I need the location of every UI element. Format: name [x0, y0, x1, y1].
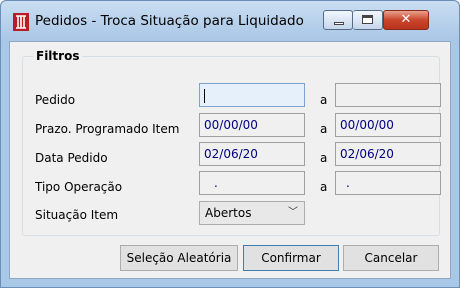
confirm-button[interactable]: Confirmar: [243, 245, 339, 271]
filters-group: Filtros Pedido a Prazo. Programado Item …: [22, 49, 441, 236]
window-title: Pedidos - Troca Situação para Liquidado: [35, 13, 304, 29]
data-pedido-label: Data Pedido: [35, 151, 108, 165]
maximize-icon: [362, 15, 373, 24]
prazo-to-value: 00/00/00: [340, 118, 394, 132]
cancel-label: Cancelar: [364, 251, 418, 265]
situacao-item-value: Abertos: [205, 206, 252, 220]
prazo-label: Prazo. Programado Item: [35, 122, 180, 136]
close-icon: ✕: [400, 12, 412, 27]
minimize-button[interactable]: [323, 10, 353, 30]
random-selection-button[interactable]: Seleção Aleatória: [120, 245, 238, 271]
pedido-from-input[interactable]: [199, 83, 305, 107]
data-pedido-to-input[interactable]: 02/06/20: [335, 142, 441, 166]
title-bar[interactable]: Pedidos - Troca Situação para Liquidado …: [1, 1, 459, 41]
prazo-to-input[interactable]: 00/00/00: [335, 113, 441, 137]
prazo-range-separator: a: [320, 122, 328, 136]
filters-group-label: Filtros: [33, 49, 83, 63]
chevron-down-icon: ﹀: [288, 207, 298, 218]
dialog-window: Pedidos - Troca Situação para Liquidado …: [0, 0, 460, 288]
tipo-operacao-to-value: .: [346, 176, 350, 190]
minimize-icon: [334, 22, 344, 25]
tipo-operacao-range-separator: a: [320, 180, 328, 194]
data-pedido-range-separator: a: [320, 151, 328, 165]
tipo-operacao-label: Tipo Operação: [35, 180, 123, 194]
data-pedido-from-input[interactable]: 02/06/20: [199, 142, 305, 166]
app-icon: [13, 13, 29, 31]
maximize-button[interactable]: [353, 10, 383, 30]
close-button[interactable]: ✕: [383, 10, 429, 30]
pedido-label: Pedido: [35, 93, 76, 107]
dialog-client-area: Filtros Pedido a Prazo. Programado Item …: [9, 41, 451, 279]
prazo-from-value: 00/00/00: [204, 118, 258, 132]
text-caret: [204, 88, 205, 103]
situacao-item-select[interactable]: Abertos ﹀: [199, 201, 305, 225]
confirm-label: Confirmar: [261, 251, 321, 265]
tipo-operacao-from-input[interactable]: .: [199, 171, 305, 195]
situacao-item-label: Situação Item: [35, 208, 119, 222]
tipo-operacao-to-input[interactable]: .: [335, 171, 441, 195]
data-pedido-from-value: 02/06/20: [204, 147, 258, 161]
tipo-operacao-from-value: .: [214, 176, 218, 190]
prazo-from-input[interactable]: 00/00/00: [199, 113, 305, 137]
random-selection-label: Seleção Aleatória: [126, 251, 232, 265]
pedido-to-input[interactable]: [335, 83, 441, 107]
pedido-range-separator: a: [320, 93, 328, 107]
cancel-button[interactable]: Cancelar: [343, 245, 439, 271]
data-pedido-to-value: 02/06/20: [340, 147, 394, 161]
